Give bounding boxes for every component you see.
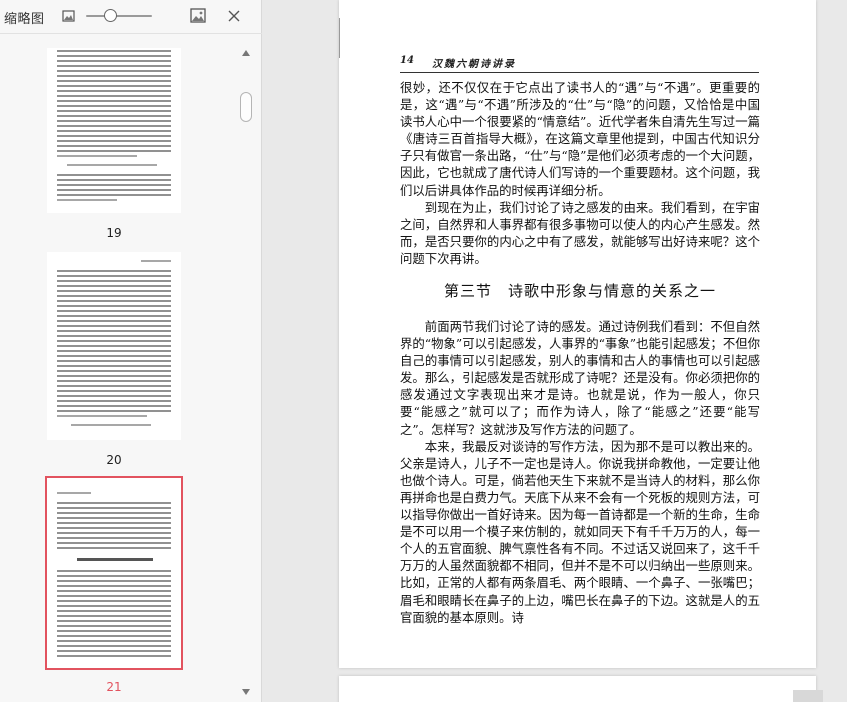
zoom-slider-track[interactable] [86,15,152,17]
page-edge-mark [339,18,340,58]
zoom-slider-handle[interactable] [104,9,117,22]
header-page-number: 14 [400,55,414,66]
header-book-title: 汉魏六朝诗讲录 [432,59,516,70]
thumbnail-scrollbar[interactable] [239,44,254,702]
thumbnail-page-19[interactable] [47,48,181,213]
paragraph: 本来，我最反对谈诗的写作方法，因为那不是可以教出来的。父亲是诗人，儿子不一定也是… [400,438,760,625]
thumbnail-page-20[interactable] [47,252,181,440]
thumbnail-panel: 缩略图 19 20 21 [0,0,262,702]
thumbnail-label-20: 20 [106,453,122,467]
paragraph: 前面两节我们讨论了诗的感发。通过诗例我们看到：不但自然界的“物象”可以引起感发，… [400,319,760,437]
close-icon[interactable] [227,9,241,23]
running-header: 14 汉魏六朝诗讲录 [400,55,759,73]
body-text-bottom: 前面两节我们讨论了诗的感发。通过诗例我们看到：不但自然界的“物象”可以引起感发，… [400,318,760,626]
scrollbar-thumb[interactable] [240,92,252,122]
scroll-down-arrow-icon[interactable] [242,689,250,695]
body-text-top: 很妙，还不仅仅在于它点出了读书人的“遇”与“不遇”。更重要的是，这“遇”与“不遇… [400,79,760,267]
thumbnail-page-21[interactable] [45,476,183,670]
document-page: 14 汉魏六朝诗讲录 很妙，还不仅仅在于它点出了读书人的“遇”与“不遇”。更重要… [339,0,816,668]
thumbnail-label-19: 19 [106,226,122,240]
next-document-page [339,676,816,702]
paragraph: 到现在为止，我们讨论了诗之感发的由来。我们看到，在宇宙之间，自然界和人事界都有很… [400,199,760,266]
thumbnail-toolbar: 缩略图 [0,0,262,34]
thumbnail-label-21: 21 [106,680,122,694]
section-heading: 第三节 诗歌中形象与情意的关系之一 [443,282,716,300]
scroll-corner[interactable] [793,690,823,702]
scroll-up-arrow-icon[interactable] [242,50,250,56]
large-image-icon[interactable] [189,7,207,25]
panel-title: 缩略图 [4,12,45,27]
paragraph: 很妙，还不仅仅在于它点出了读书人的“遇”与“不遇”。更重要的是，这“遇”与“不遇… [400,80,760,198]
small-image-icon[interactable] [61,8,77,24]
thumbnail-list[interactable]: 19 20 21 [0,36,262,702]
